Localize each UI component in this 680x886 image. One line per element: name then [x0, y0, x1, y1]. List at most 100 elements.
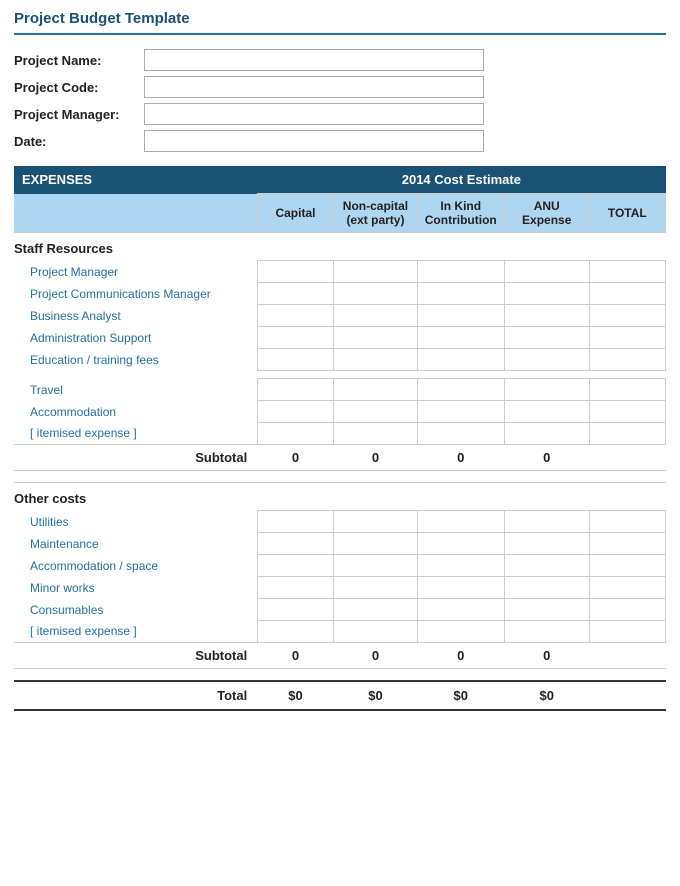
staff-item-3-capital[interactable] — [257, 327, 334, 349]
staff-item-8-capital[interactable] — [257, 423, 334, 445]
other-item-4-inkind[interactable] — [417, 599, 504, 621]
project-date-row: Date: — [14, 130, 666, 152]
cost-estimate-header: 2014 Cost Estimate — [257, 166, 665, 194]
other-item-5-inkind[interactable] — [417, 621, 504, 643]
other-item-0-inkind[interactable] — [417, 511, 504, 533]
staff-item-7-inkind[interactable] — [417, 401, 504, 423]
other-item-2-anu[interactable] — [504, 555, 589, 577]
other-item-5-anu[interactable] — [504, 621, 589, 643]
list-item: Utilities — [14, 511, 666, 533]
staff-item-3-inkind[interactable] — [417, 327, 504, 349]
staff-item-7-noncapital[interactable] — [334, 401, 417, 423]
total-row: Total $0 $0 $0 $0 — [14, 681, 666, 710]
staff-item-4-capital[interactable] — [257, 349, 334, 371]
staff-item-0-noncapital[interactable] — [334, 261, 417, 283]
other-item-4-capital[interactable] — [257, 599, 334, 621]
other-costs-header: Other costs — [14, 483, 666, 511]
other-costs-label: Other costs — [14, 483, 666, 511]
other-item-3-noncapital[interactable] — [334, 577, 417, 599]
other-item-0-total[interactable] — [589, 511, 665, 533]
staff-item-1-total[interactable] — [589, 283, 665, 305]
staff-item-3: Administration Support — [14, 327, 257, 349]
other-item-0-capital[interactable] — [257, 511, 334, 533]
other-item-5-capital[interactable] — [257, 621, 334, 643]
staff-item-4: Education / training fees — [14, 349, 257, 371]
staff-item-8-anu[interactable] — [504, 423, 589, 445]
staff-item-3-total[interactable] — [589, 327, 665, 349]
other-item-5-total[interactable] — [589, 621, 665, 643]
staff-item-2: Business Analyst — [14, 305, 257, 327]
other-item-4-anu[interactable] — [504, 599, 589, 621]
other-item-3-anu[interactable] — [504, 577, 589, 599]
staff-item-6-anu[interactable] — [504, 379, 589, 401]
staff-item-2-total[interactable] — [589, 305, 665, 327]
project-date-input[interactable] — [144, 130, 484, 152]
staff-item-4-noncapital[interactable] — [334, 349, 417, 371]
staff-subtotal-label: Subtotal — [14, 445, 257, 471]
other-item-4-noncapital[interactable] — [334, 599, 417, 621]
other-item-1-total[interactable] — [589, 533, 665, 555]
staff-item-8-total[interactable] — [589, 423, 665, 445]
other-item-0-noncapital[interactable] — [334, 511, 417, 533]
other-item-2-capital[interactable] — [257, 555, 334, 577]
project-manager-input[interactable] — [144, 103, 484, 125]
project-code-input[interactable] — [144, 76, 484, 98]
other-subtotal-anu: 0 — [504, 643, 589, 669]
staff-item-6-inkind[interactable] — [417, 379, 504, 401]
other-item-1-inkind[interactable] — [417, 533, 504, 555]
total-inkind: $0 — [417, 681, 504, 710]
staff-item-6-noncapital[interactable] — [334, 379, 417, 401]
staff-item-1-anu[interactable] — [504, 283, 589, 305]
staff-item-3-anu[interactable] — [504, 327, 589, 349]
staff-item-0-capital[interactable] — [257, 261, 334, 283]
other-item-5: [ itemised expense ] — [14, 621, 257, 643]
staff-item-2-capital[interactable] — [257, 305, 334, 327]
other-item-1-noncapital[interactable] — [334, 533, 417, 555]
other-item-0-anu[interactable] — [504, 511, 589, 533]
staff-item-1-capital[interactable] — [257, 283, 334, 305]
staff-item-8-inkind[interactable] — [417, 423, 504, 445]
other-item-1-capital[interactable] — [257, 533, 334, 555]
col-label-header — [14, 194, 257, 233]
staff-item-7-anu[interactable] — [504, 401, 589, 423]
staff-item-2-inkind[interactable] — [417, 305, 504, 327]
staff-item-4-total[interactable] — [589, 349, 665, 371]
project-code-label: Project Code: — [14, 80, 144, 95]
staff-subtotal-noncapital: 0 — [334, 445, 417, 471]
staff-item-4-inkind[interactable] — [417, 349, 504, 371]
list-item: Maintenance — [14, 533, 666, 555]
staff-item-7-capital[interactable] — [257, 401, 334, 423]
project-info-section: Project Name: Project Code: Project Mana… — [14, 49, 666, 152]
staff-item-1-noncapital[interactable] — [334, 283, 417, 305]
staff-item-6: Travel — [14, 379, 257, 401]
table-header-main: EXPENSES 2014 Cost Estimate — [14, 166, 666, 194]
other-item-2-total[interactable] — [589, 555, 665, 577]
other-item-2-noncapital[interactable] — [334, 555, 417, 577]
other-item-3-inkind[interactable] — [417, 577, 504, 599]
other-item-4-total[interactable] — [589, 599, 665, 621]
staff-resources-header: Staff Resources — [14, 233, 666, 261]
other-item-2-inkind[interactable] — [417, 555, 504, 577]
other-item-1-anu[interactable] — [504, 533, 589, 555]
staff-item-0-total[interactable] — [589, 261, 665, 283]
staff-item-0-anu[interactable] — [504, 261, 589, 283]
total-total — [589, 681, 665, 710]
staff-item-0-inkind[interactable] — [417, 261, 504, 283]
other-item-3-capital[interactable] — [257, 577, 334, 599]
other-item-2: Accommodation / space — [14, 555, 257, 577]
staff-item-6-capital[interactable] — [257, 379, 334, 401]
staff-item-7-total[interactable] — [589, 401, 665, 423]
staff-item-1-inkind[interactable] — [417, 283, 504, 305]
staff-item-4-anu[interactable] — [504, 349, 589, 371]
other-item-3-total[interactable] — [589, 577, 665, 599]
staff-item-2-anu[interactable] — [504, 305, 589, 327]
staff-item-8-noncapital[interactable] — [334, 423, 417, 445]
project-manager-row: Project Manager: — [14, 103, 666, 125]
staff-item-6-total[interactable] — [589, 379, 665, 401]
other-item-5-noncapital[interactable] — [334, 621, 417, 643]
staff-item-2-noncapital[interactable] — [334, 305, 417, 327]
total-noncapital: $0 — [334, 681, 417, 710]
project-name-input[interactable] — [144, 49, 484, 71]
staff-item-3-noncapital[interactable] — [334, 327, 417, 349]
project-date-label: Date: — [14, 134, 144, 149]
